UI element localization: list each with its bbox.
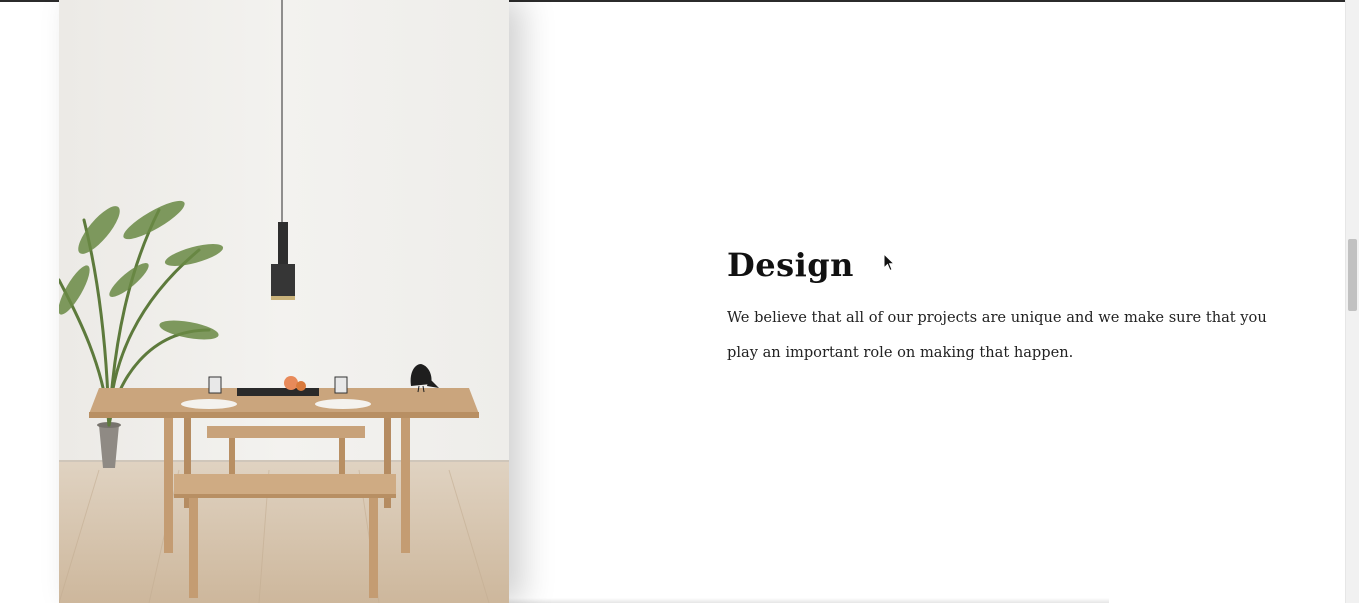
card-shadow <box>509 598 1109 603</box>
scrollbar-thumb[interactable] <box>1348 239 1357 311</box>
section-description: We believe that all of our projects are … <box>727 309 1267 361</box>
mouse-cursor-icon <box>883 253 895 272</box>
dining-room-photo <box>59 0 509 603</box>
section-heading: Design <box>727 246 854 284</box>
vertical-scrollbar[interactable] <box>1345 0 1359 603</box>
dining-room-illustration <box>59 0 509 603</box>
design-section: Design We believe that all of our projec… <box>727 243 1287 370</box>
page-viewport: Design We believe that all of our projec… <box>0 0 1359 603</box>
